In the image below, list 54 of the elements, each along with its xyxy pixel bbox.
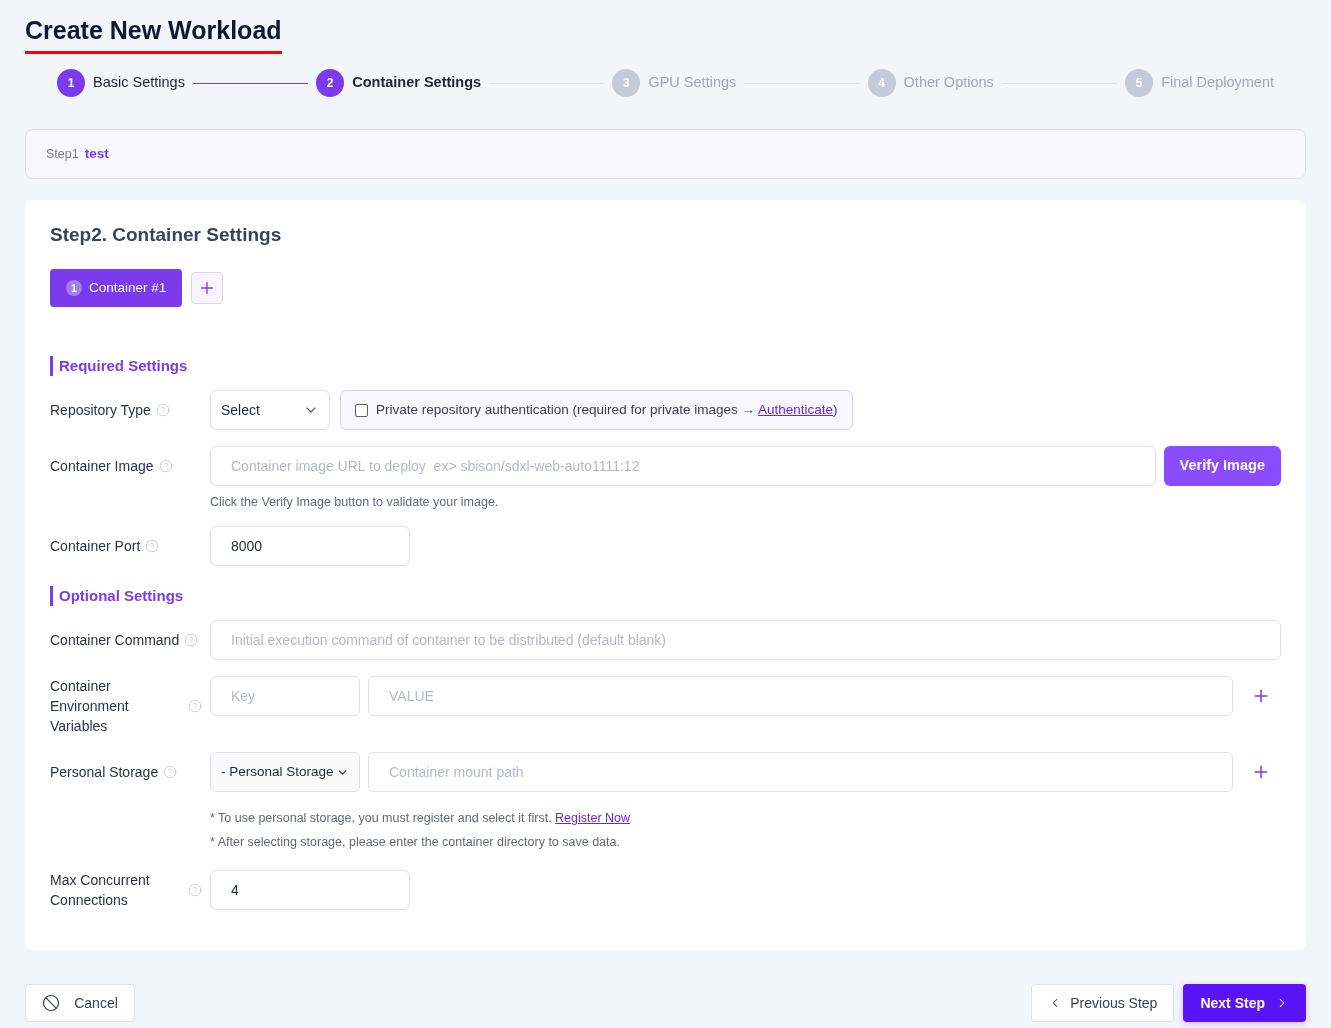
group-title: Optional Settings <box>50 586 1281 606</box>
step-number: 2 <box>316 69 345 97</box>
step-label: Other Options <box>903 73 994 93</box>
step-number: 1 <box>57 69 85 97</box>
storage-note: * After selecting storage, please enter the container directory to save data. <box>210 834 621 851</box>
authenticate-link[interactable]: Authenticate <box>757 401 833 417</box>
checkbox[interactable] <box>355 403 368 417</box>
number-input[interactable]: 8000 <box>210 526 410 566</box>
summary-value: test <box>84 144 109 163</box>
repository-type-select[interactable]: Select <box>210 390 330 430</box>
step-label: Basic Settings <box>93 73 185 93</box>
help-icon <box>188 699 202 713</box>
cancel-button[interactable]: Cancel <box>25 984 135 1022</box>
command-input[interactable]: Initial execution command of container to be distributed (default blank) <box>210 620 1281 660</box>
cancel-icon <box>42 994 61 1012</box>
step-number: 5 <box>1125 69 1154 97</box>
add-container-button[interactable] <box>191 272 224 304</box>
step-number: 3 <box>612 69 641 97</box>
number-input[interactable]: 4 <box>210 870 410 910</box>
help-icon <box>188 883 202 897</box>
previous-step-button[interactable]: Previous Step <box>1031 984 1175 1022</box>
section-title: Step2. Container Settings <box>50 223 283 247</box>
step-number: 4 <box>867 69 896 97</box>
mount-path-input[interactable]: Container mount path <box>368 752 1233 792</box>
next-step-button[interactable]: Next Step <box>1183 984 1306 1022</box>
group-title: Required Settings <box>50 356 1281 376</box>
help-icon <box>184 633 199 647</box>
key-input[interactable]: Key <box>210 676 360 716</box>
field-label: Container Port <box>50 537 141 556</box>
field-label: Container Command <box>50 631 180 650</box>
field-label: Personal Storage <box>50 763 159 782</box>
auth-description: Private repository authentication (required for private images → Authenticate) <box>376 400 838 419</box>
step-label: Final Deployment <box>1161 73 1274 93</box>
storage-note: * To use personal storage, you must register and select it first. Register Now <box>210 810 632 827</box>
summary-label: Step1 <box>46 145 79 163</box>
step-label: Container Settings <box>352 73 482 93</box>
help-icon <box>158 459 173 473</box>
help-icon <box>155 403 170 417</box>
field-label: Repository Type <box>50 401 151 420</box>
field-label: Container Environment Variables <box>50 677 130 736</box>
help-icon <box>145 539 160 553</box>
container-image-input[interactable]: Container image URL to deploy ex> sbison/sdxl-web-auto1111:12 <box>210 446 1156 486</box>
field-label: Max Concurrent Connections <box>50 871 151 910</box>
register-now-link[interactable]: Register Now <box>555 811 631 825</box>
page-title: Create New Workload <box>25 13 282 54</box>
step-label: GPU Settings <box>648 73 737 93</box>
verify-image-button[interactable]: Verify Image <box>1163 446 1281 486</box>
help-icon <box>163 765 178 779</box>
field-hint: Click the Verify Image button to validate your image. <box>210 494 500 510</box>
storage-select[interactable]: - Personal Storage <box>210 752 360 792</box>
tab-number: 1 <box>66 280 82 296</box>
container-tab[interactable]: 1 Container #1 <box>50 269 183 307</box>
value-input[interactable]: VALUE <box>368 676 1233 716</box>
field-label: Container Image <box>50 457 154 476</box>
